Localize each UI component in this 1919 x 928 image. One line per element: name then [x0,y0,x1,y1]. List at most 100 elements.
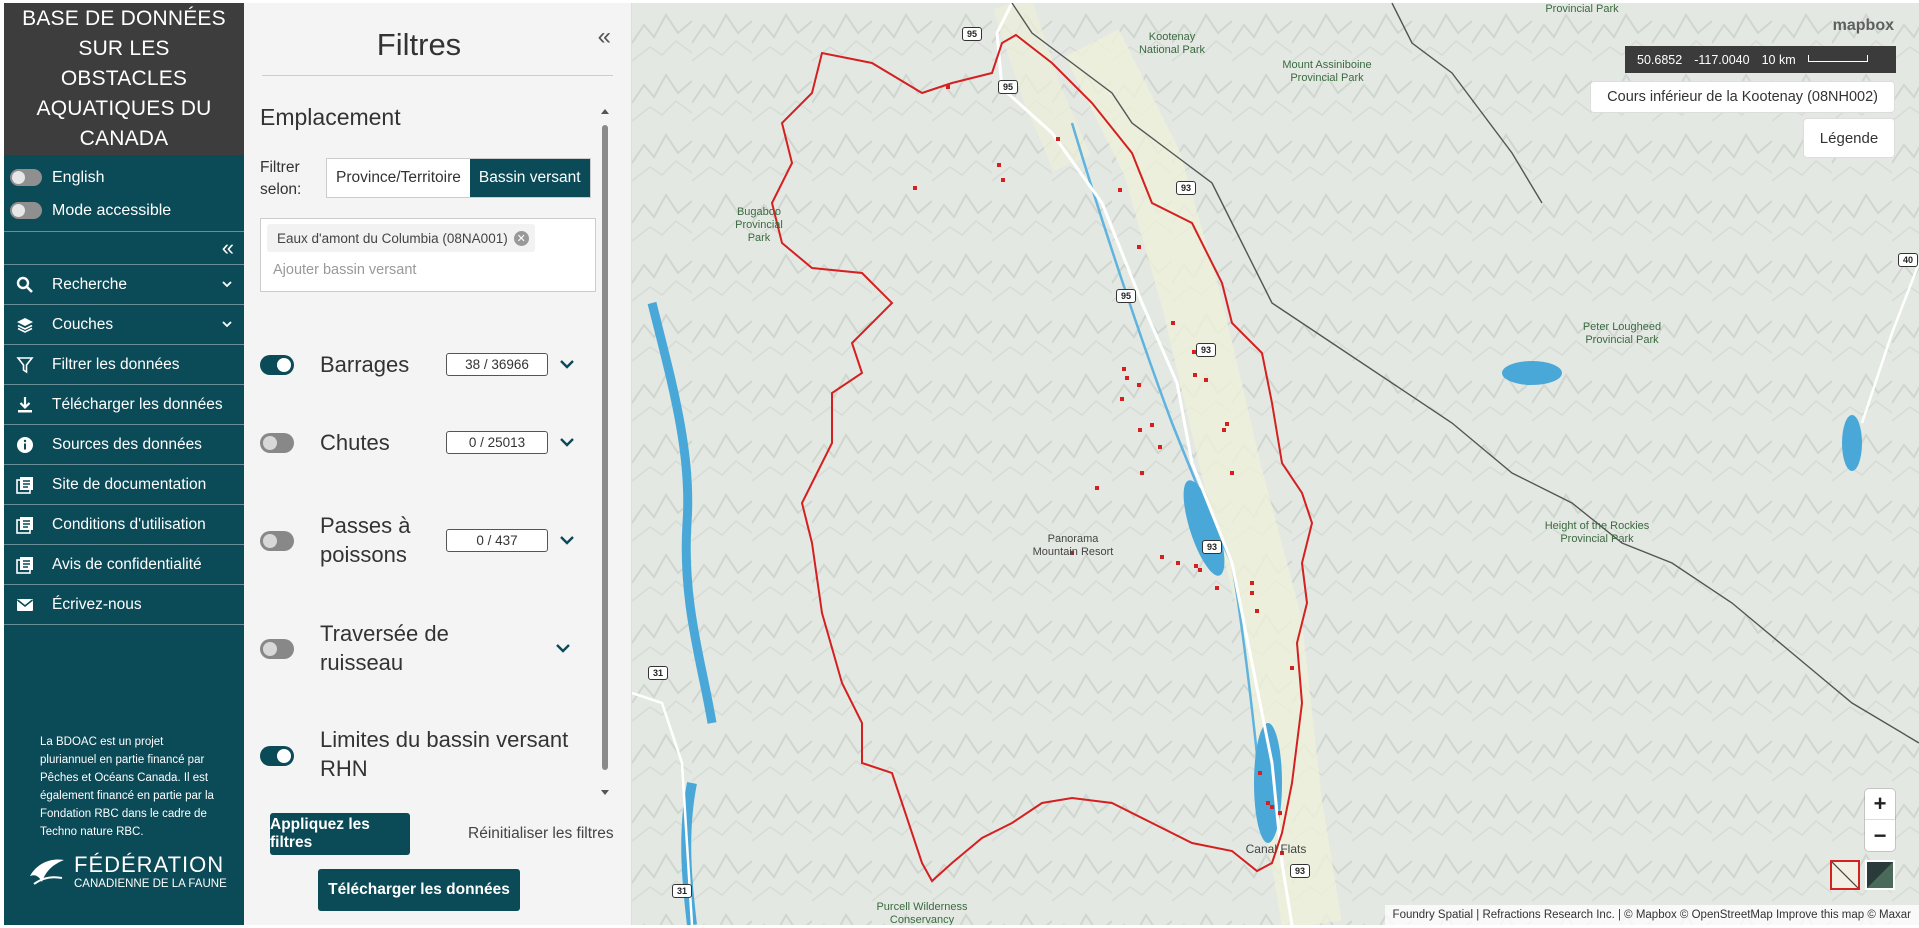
dam-marker[interactable] [1258,771,1262,775]
nav-item-search[interactable]: Recherche [4,265,244,305]
dam-marker[interactable] [1158,445,1162,449]
dam-marker[interactable] [1125,376,1129,380]
filter-mode-segmented-control: Province/Territoire Bassin versant [326,158,591,198]
dam-marker[interactable] [1176,561,1180,565]
scroll-up-icon[interactable] [600,107,610,117]
dam-marker[interactable] [997,163,1001,167]
dam-marker[interactable] [913,186,917,190]
reset-filters-link[interactable]: Réinitialiser les filtres [468,825,614,843]
falls-toggle[interactable] [260,433,294,453]
filters-title: Filtres [376,27,462,62]
map-basemap[interactable] [632,3,1919,925]
dam-marker[interactable] [1001,178,1005,182]
nav-label: Conditions d'utilisation [52,515,206,533]
lake [1842,415,1862,471]
nav-item-privacy[interactable]: Avis de confidentialité [4,545,244,585]
dam-marker[interactable] [1215,586,1219,590]
dam-marker[interactable] [1204,378,1208,382]
dam-marker[interactable] [1278,811,1282,815]
mapbox-logo[interactable]: mapbox [1833,17,1894,35]
app-root: BASE DE DONNÉES SUR LES OBSTACLES AQUATI… [4,3,1919,925]
english-toggle-row[interactable]: English [4,161,244,194]
hovered-watershed-label: Cours inférieur de la Kootenay (08NH002) [1590,81,1895,113]
chevron-down-icon[interactable] [560,359,574,369]
accessible-mode-toggle[interactable] [10,202,42,219]
dam-marker[interactable] [1198,568,1202,572]
dam-marker[interactable] [1266,801,1270,805]
dam-marker[interactable] [1122,367,1126,371]
scroll-down-icon[interactable] [600,787,610,797]
chevron-down-icon[interactable] [560,535,574,545]
nav-label: Recherche [52,275,127,293]
nav-item-documentation[interactable]: Site de documentation [4,465,244,505]
dam-marker[interactable] [1160,555,1164,559]
dam-marker[interactable] [1222,428,1226,432]
dam-marker[interactable] [1250,581,1254,585]
nav-item-download[interactable]: Télécharger les données [4,385,244,425]
place-label: Bugaboo Provincial Park [735,206,783,244]
stream-crossings-toggle[interactable] [260,639,294,659]
map-attribution[interactable]: Foundry Spatial | Refractions Research I… [1384,905,1919,925]
sidebar-collapse-button[interactable]: « [4,231,244,265]
nav-item-terms[interactable]: Conditions d'utilisation [4,505,244,545]
dam-marker[interactable] [1118,188,1122,192]
nav-label: Avis de confidentialité [52,555,202,573]
apply-filters-button[interactable]: Appliquez les filtres [270,813,410,855]
dam-marker[interactable] [1290,666,1294,670]
nav-label: Télécharger les données [52,395,223,413]
dam-marker[interactable] [1120,397,1124,401]
dam-marker[interactable] [1137,245,1141,249]
dam-marker[interactable] [1270,805,1274,809]
dam-marker[interactable] [1194,564,1198,568]
english-toggle[interactable] [10,169,42,186]
dam-marker[interactable] [1225,422,1229,426]
filters-collapse-button[interactable]: « [598,23,611,51]
dam-marker[interactable] [1138,428,1142,432]
basemap-satellite-switch[interactable] [1865,860,1895,890]
dam-marker[interactable] [1150,423,1154,427]
dam-marker[interactable] [1171,321,1175,325]
layers-icon [14,314,36,336]
lake [1502,361,1562,385]
nav-label: Site de documentation [52,475,207,493]
nav-item-layers[interactable]: Couches [4,305,244,345]
dam-marker[interactable] [1140,471,1144,475]
zoom-in-button[interactable]: + [1865,789,1895,820]
layer-label: Traversée de ruisseau [320,621,449,675]
nav-item-contact[interactable]: Écrivez-nous [4,585,244,625]
nav-item-sources[interactable]: Sources des données [4,425,244,465]
dam-marker[interactable] [1255,609,1259,613]
dam-marker[interactable] [1095,486,1099,490]
zoom-control: + − [1865,789,1895,851]
scrollbar-thumb[interactable] [602,125,608,770]
dam-marker[interactable] [1230,471,1234,475]
chevron-down-icon [222,281,232,288]
fcf-logo[interactable]: FÉDÉRATION CANADIENNE DE LA FAUNE [28,853,227,891]
province-territory-option[interactable]: Province/Territoire [327,159,470,197]
watershed-option[interactable]: Bassin versant [469,159,590,197]
legend-button[interactable]: Légende [1803,118,1895,158]
dam-marker[interactable] [1250,591,1254,595]
layer-label: Barrages [320,352,410,377]
panel-scrollbar[interactable] [600,107,610,797]
chevron-down-icon[interactable] [560,437,574,447]
accessible-mode-label: Mode accessible [52,201,172,219]
zoom-out-button[interactable]: − [1865,820,1895,851]
dam-marker[interactable] [1137,383,1141,387]
dam-marker[interactable] [1193,373,1197,377]
chevron-down-icon[interactable] [556,643,570,653]
location-section-title: Emplacement [260,104,401,130]
remove-chip-icon[interactable]: ✕ [513,230,529,246]
basemap-streets-switch[interactable] [1830,860,1860,890]
add-watershed-input[interactable]: Ajouter bassin versant [273,262,416,278]
nav-item-filter[interactable]: Filtrer les données [4,345,244,385]
dam-marker[interactable] [946,85,950,89]
map-canvas[interactable]: Kootenay National Park Mount Assiniboine… [632,3,1919,925]
dam-marker[interactable] [1056,137,1060,141]
fishways-toggle[interactable] [260,531,294,551]
watershed-boundaries-toggle[interactable] [260,746,294,766]
download-data-button[interactable]: Télécharger les données [318,869,520,911]
accessible-mode-toggle-row[interactable]: Mode accessible [4,194,244,227]
watershed-multiselect[interactable]: Eaux d'amont du Columbia (08NA001) ✕ Ajo… [260,218,596,292]
dams-toggle[interactable] [260,355,294,375]
